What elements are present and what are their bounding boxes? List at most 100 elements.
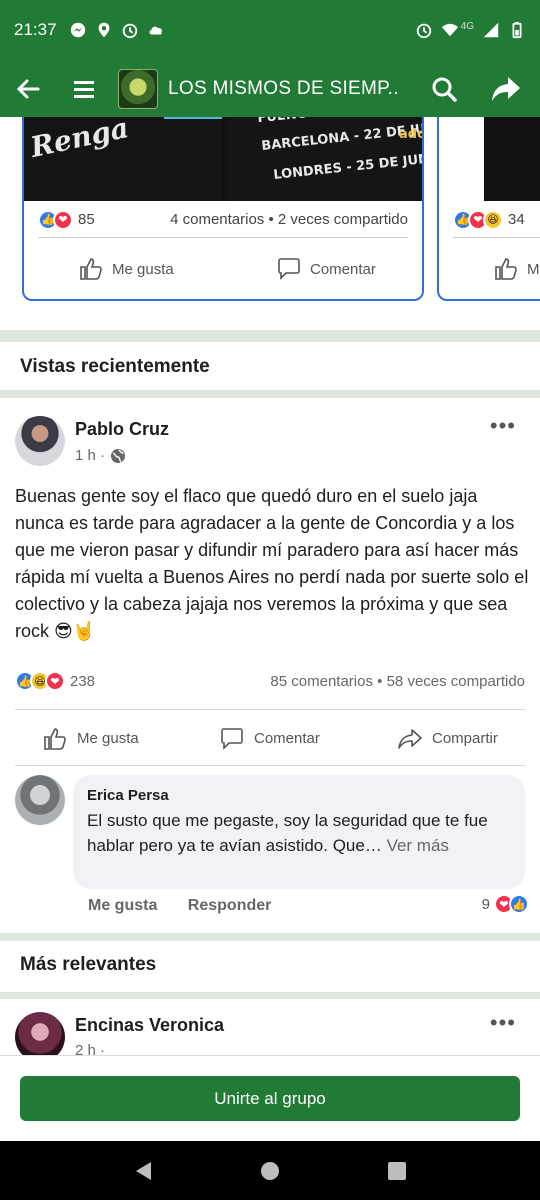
- comment-like-button[interactable]: Me gusta: [88, 897, 157, 914]
- comment-label: Comentar: [254, 730, 320, 747]
- comment-bubble[interactable]: Erica Persa El susto que me pegaste, soy…: [73, 775, 525, 889]
- comment-reactions[interactable]: 9 ❤ 👍: [482, 894, 529, 914]
- nav-back-icon[interactable]: [133, 1160, 153, 1182]
- reaction-count[interactable]: 85: [78, 211, 95, 228]
- post-author[interactable]: Encinas Veronica: [75, 1015, 224, 1036]
- more-options-button[interactable]: •••: [490, 413, 516, 439]
- search-icon: [432, 77, 457, 102]
- system-nav-bar: [0, 1141, 540, 1200]
- divider-line: [15, 709, 525, 710]
- card-actions: Me gusta Comentar: [24, 239, 422, 299]
- post-photo[interactable]: [439, 117, 540, 201]
- post-time-text: 1 h ·: [75, 447, 106, 464]
- reaction-count[interactable]: 238: [70, 673, 95, 690]
- section-divider: [0, 390, 540, 398]
- comment-bubble-icon: [278, 258, 300, 280]
- share-count[interactable]: 58 veces compartido: [387, 673, 525, 690]
- post-stats: 👍 😆 ❤ 238 85 comentarios • 58 veces comp…: [15, 671, 525, 691]
- like-label: Me gusta: [112, 260, 174, 278]
- comments-shares[interactable]: 4 comentarios • 2 veces compartido: [170, 211, 408, 228]
- section-divider: [0, 992, 540, 999]
- recent-section-title: Vistas recientemente: [20, 356, 210, 377]
- post-time[interactable]: 1 h ·: [75, 447, 126, 464]
- post-stats: 👍 ❤ 😆 34: [453, 202, 540, 238]
- post-body: Buenas gente soy el flaco que quedó duro…: [15, 486, 529, 641]
- love-reaction-icon: ❤: [45, 671, 65, 691]
- haha-reaction-icon: 😆: [483, 209, 503, 230]
- nav-recents-icon[interactable]: [387, 1161, 407, 1181]
- alarm-icon: [416, 23, 431, 39]
- cloud-icon: [149, 26, 162, 35]
- post-stats: 👍 ❤ 85 4 comentarios • 2 veces compartid…: [38, 202, 408, 238]
- more-options-button[interactable]: •••: [490, 1010, 516, 1036]
- post-author[interactable]: Pablo Cruz: [75, 419, 169, 440]
- group-title[interactable]: LOS MISMOS DE SIEMP...: [168, 78, 398, 100]
- thumbs-up-icon: [495, 258, 517, 280]
- thumbs-up-icon: [44, 727, 66, 750]
- reaction-count[interactable]: 34: [508, 211, 525, 228]
- comment-count[interactable]: 85 comentarios: [270, 673, 373, 690]
- share-count[interactable]: 2 veces compartido: [278, 211, 408, 228]
- wifi-icon: [441, 23, 458, 37]
- search-button[interactable]: [416, 60, 472, 117]
- app-bar: LOS MISMOS DE SIEMP...: [0, 60, 540, 117]
- globe-icon: [111, 448, 126, 463]
- band-logo-text: Renga: [27, 117, 132, 164]
- comment-button[interactable]: Comentar: [276, 256, 376, 282]
- join-group-button[interactable]: Unirte al grupo: [20, 1076, 520, 1121]
- like-button[interactable]: Me: [493, 256, 540, 282]
- comments-shares[interactable]: 85 comentarios • 58 veces compartido: [270, 673, 525, 690]
- relevant-section-title: Más relevantes: [20, 954, 157, 975]
- like-reaction-icon: 👍: [509, 894, 529, 914]
- comment-count[interactable]: 4 comentarios: [170, 211, 264, 228]
- separator: •: [377, 672, 383, 690]
- group-logo[interactable]: [118, 68, 158, 109]
- thumbs-up-icon: [80, 258, 102, 280]
- comment-button[interactable]: Comentar: [219, 726, 320, 752]
- see-more-link[interactable]: Ver más: [382, 836, 449, 855]
- avatar[interactable]: [15, 1012, 65, 1055]
- nav-home-icon[interactable]: [260, 1161, 280, 1181]
- reaction-icons[interactable]: 👍 ❤: [38, 209, 73, 230]
- hamburger-menu-icon: [74, 80, 94, 98]
- like-label: Me gusta: [77, 730, 139, 747]
- separator: •: [268, 211, 274, 228]
- signal-icon: [483, 22, 499, 38]
- share-post-button[interactable]: Compartir: [397, 726, 498, 752]
- comment-author[interactable]: Erica Persa: [87, 787, 511, 804]
- like-label: Me: [527, 260, 540, 278]
- alarm-icon: [122, 23, 137, 39]
- like-button[interactable]: Me gusta: [78, 256, 174, 282]
- photo-right: FUENGIROLA - 17 DE JUNIO BARCELONA - 22 …: [227, 117, 424, 201]
- avatar[interactable]: [15, 775, 65, 825]
- back-arrow-icon: [16, 79, 40, 98]
- card-actions: Me: [439, 239, 540, 299]
- love-reaction-icon: ❤: [53, 209, 73, 230]
- messenger-icon: [70, 22, 85, 38]
- photo-dark: [484, 117, 540, 201]
- like-button[interactable]: Me gusta: [42, 726, 139, 752]
- post-photo[interactable]: Renga FUENGIROLA - 17 DE JUNIO BARCELONA…: [24, 117, 422, 201]
- reaction-icons[interactable]: 👍 ❤ 😆: [453, 209, 503, 230]
- photo-blue-patch: [164, 117, 222, 119]
- post-time[interactable]: 2 h ·: [75, 1042, 105, 1055]
- location-icon: [98, 22, 109, 38]
- status-bar: 21:37 4G: [0, 0, 540, 60]
- photo-text-line: ado: [399, 127, 424, 142]
- carousel-card[interactable]: 👍 ❤ 😆 34 Me: [437, 117, 540, 301]
- comment-actions: Me gusta Responder: [88, 897, 271, 915]
- comment: Erica Persa El susto que me pegaste, soy…: [0, 773, 540, 923]
- post: Encinas Veronica 2 h · •••: [0, 1000, 540, 1055]
- share-label: Compartir: [432, 730, 498, 747]
- comment-text: El susto que me pegaste, soy la segurida…: [87, 808, 511, 858]
- section-divider: [0, 330, 540, 342]
- menu-button[interactable]: [56, 60, 112, 117]
- carousel-card[interactable]: Renga FUENGIROLA - 17 DE JUNIO BARCELONA…: [22, 117, 424, 301]
- share-button[interactable]: [472, 60, 540, 117]
- back-button[interactable]: [0, 60, 56, 117]
- reaction-icons[interactable]: 👍 😆 ❤: [15, 671, 65, 691]
- shared-posts-carousel[interactable]: Renga FUENGIROLA - 17 DE JUNIO BARCELONA…: [0, 117, 540, 330]
- reply-button[interactable]: Responder: [188, 897, 272, 914]
- avatar[interactable]: [15, 416, 65, 466]
- comment-label: Comentar: [310, 260, 376, 278]
